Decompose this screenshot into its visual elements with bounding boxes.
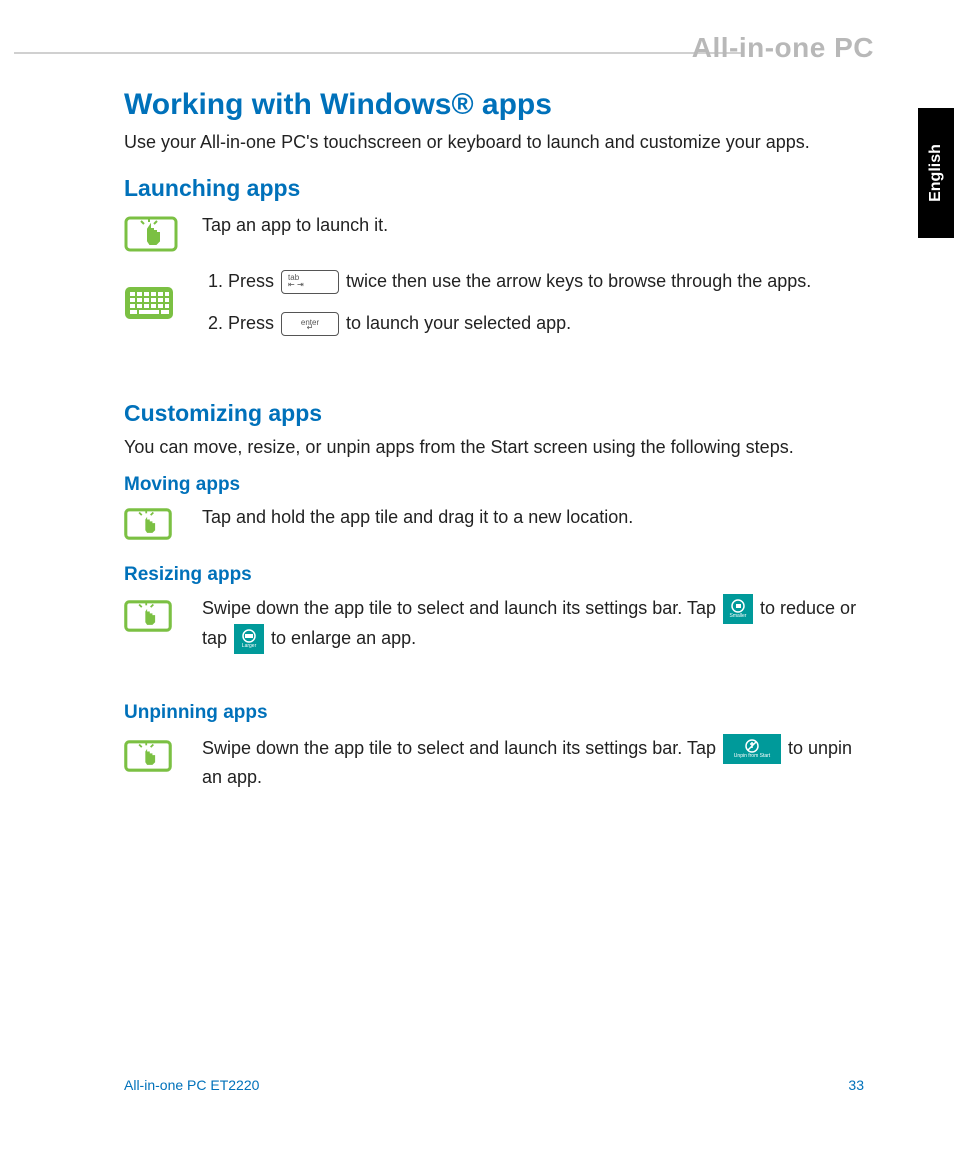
footer-model: All-in-one PC ET2220 [124,1077,259,1093]
step-1: Press tab⇤ ⇥ twice then use the arrow ke… [228,268,864,296]
keyboard-launch-steps: Press tab⇤ ⇥ twice then use the arrow ke… [202,268,864,352]
page-title: Working with Windows® apps [124,88,864,122]
tab-key-icon: tab⇤ ⇥ [281,270,339,294]
footer-page: 33 [848,1077,864,1093]
row-unpinning: Swipe down the app tile to select and la… [124,734,864,792]
subsection-unpinning: Unpinning apps [124,702,864,724]
keyboard-icon [124,268,202,320]
unpinning-text: Swipe down the app tile to select and la… [202,734,864,792]
touch-icon-small-3 [124,734,202,774]
page-footer: All-in-one PC ET2220 33 [124,1077,864,1093]
section-customizing: Customizing apps [124,400,864,427]
row-resizing: Swipe down the app tile to select and la… [124,594,864,654]
touch-icon-small-2 [124,594,202,634]
row-moving: Tap and hold the app tile and drag it to… [124,504,864,542]
customizing-intro: You can move, resize, or unpin apps from… [124,437,864,458]
page-content: Working with Windows® apps Use your All-… [124,88,864,814]
larger-tile-icon: Larger [234,624,264,654]
header-brand: All-in-one PC [692,32,874,64]
top-rule [14,52,744,54]
moving-text: Tap and hold the app tile and drag it to… [202,504,864,532]
row-keyboard-launch: Press tab⇤ ⇥ twice then use the arrow ke… [124,268,864,352]
row-touch-launch: Tap an app to launch it. [124,212,864,254]
subsection-moving: Moving apps [124,474,864,496]
resizing-text: Swipe down the app tile to select and la… [202,594,864,654]
touch-launch-text: Tap an app to launch it. [202,212,864,240]
touch-icon-small [124,504,202,542]
smaller-tile-icon: Smaller [723,594,753,624]
page-intro: Use your All-in-one PC's touchscreen or … [124,132,864,153]
enter-key-icon: enter↵ [281,312,339,336]
section-launching: Launching apps [124,175,864,202]
touch-icon [124,212,202,254]
language-tab: English [918,108,954,238]
step-2: Press enter↵ to launch your selected app… [228,310,864,338]
language-label: English [927,144,945,202]
unpin-tile-icon: Unpin from Start [723,734,781,764]
subsection-resizing: Resizing apps [124,564,864,586]
